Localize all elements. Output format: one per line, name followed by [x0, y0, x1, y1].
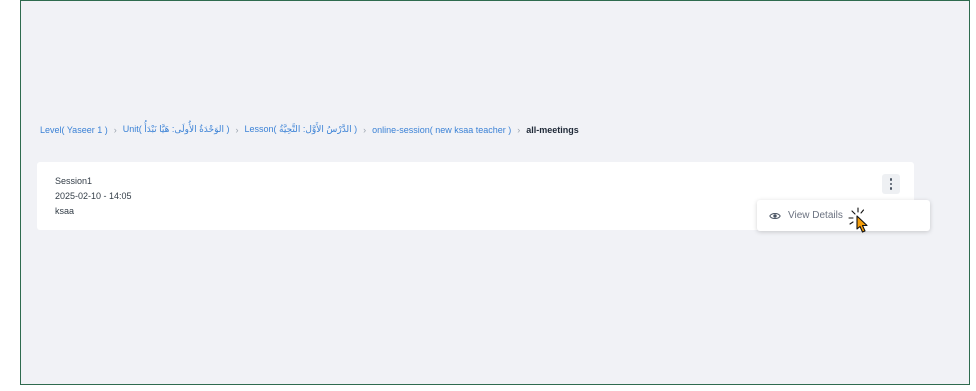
breadcrumb-separator: › — [113, 124, 117, 135]
view-details-label: View Details — [788, 210, 843, 221]
kebab-dot — [889, 187, 893, 190]
more-options-button[interactable] — [882, 174, 900, 194]
breadcrumb-current: all-meetings — [526, 124, 579, 135]
breadcrumb-unit[interactable]: Unit( الوَحْدَةُ الأُولَى: هَيَّا نَبْدَ… — [123, 124, 230, 135]
breadcrumb-separator: › — [235, 124, 239, 135]
breadcrumb: Level( Yaseer 1 ) › Unit( الوَحْدَةُ الأ… — [40, 124, 579, 135]
kebab-dot — [889, 178, 893, 181]
actions-dropdown-menu: View Details — [757, 200, 930, 231]
session-host: ksaa — [55, 206, 75, 216]
session-datetime: 2025-02-10 - 14:05 — [55, 191, 132, 201]
breadcrumb-lesson[interactable]: Lesson( الدَّرْسُ الأَوَّل: التَّحِيَّةُ… — [245, 124, 358, 135]
breadcrumb-separator: › — [363, 124, 367, 135]
eye-icon — [769, 211, 781, 221]
kebab-dot — [889, 182, 893, 186]
breadcrumb-level[interactable]: Level( Yaseer 1 ) — [40, 125, 108, 135]
breadcrumb-separator: › — [517, 124, 521, 135]
view-details-menu-item[interactable]: View Details — [757, 200, 930, 231]
breadcrumb-online-session[interactable]: online-session( new ksaa teacher ) — [372, 125, 511, 135]
session-name: Session1 — [55, 176, 93, 186]
